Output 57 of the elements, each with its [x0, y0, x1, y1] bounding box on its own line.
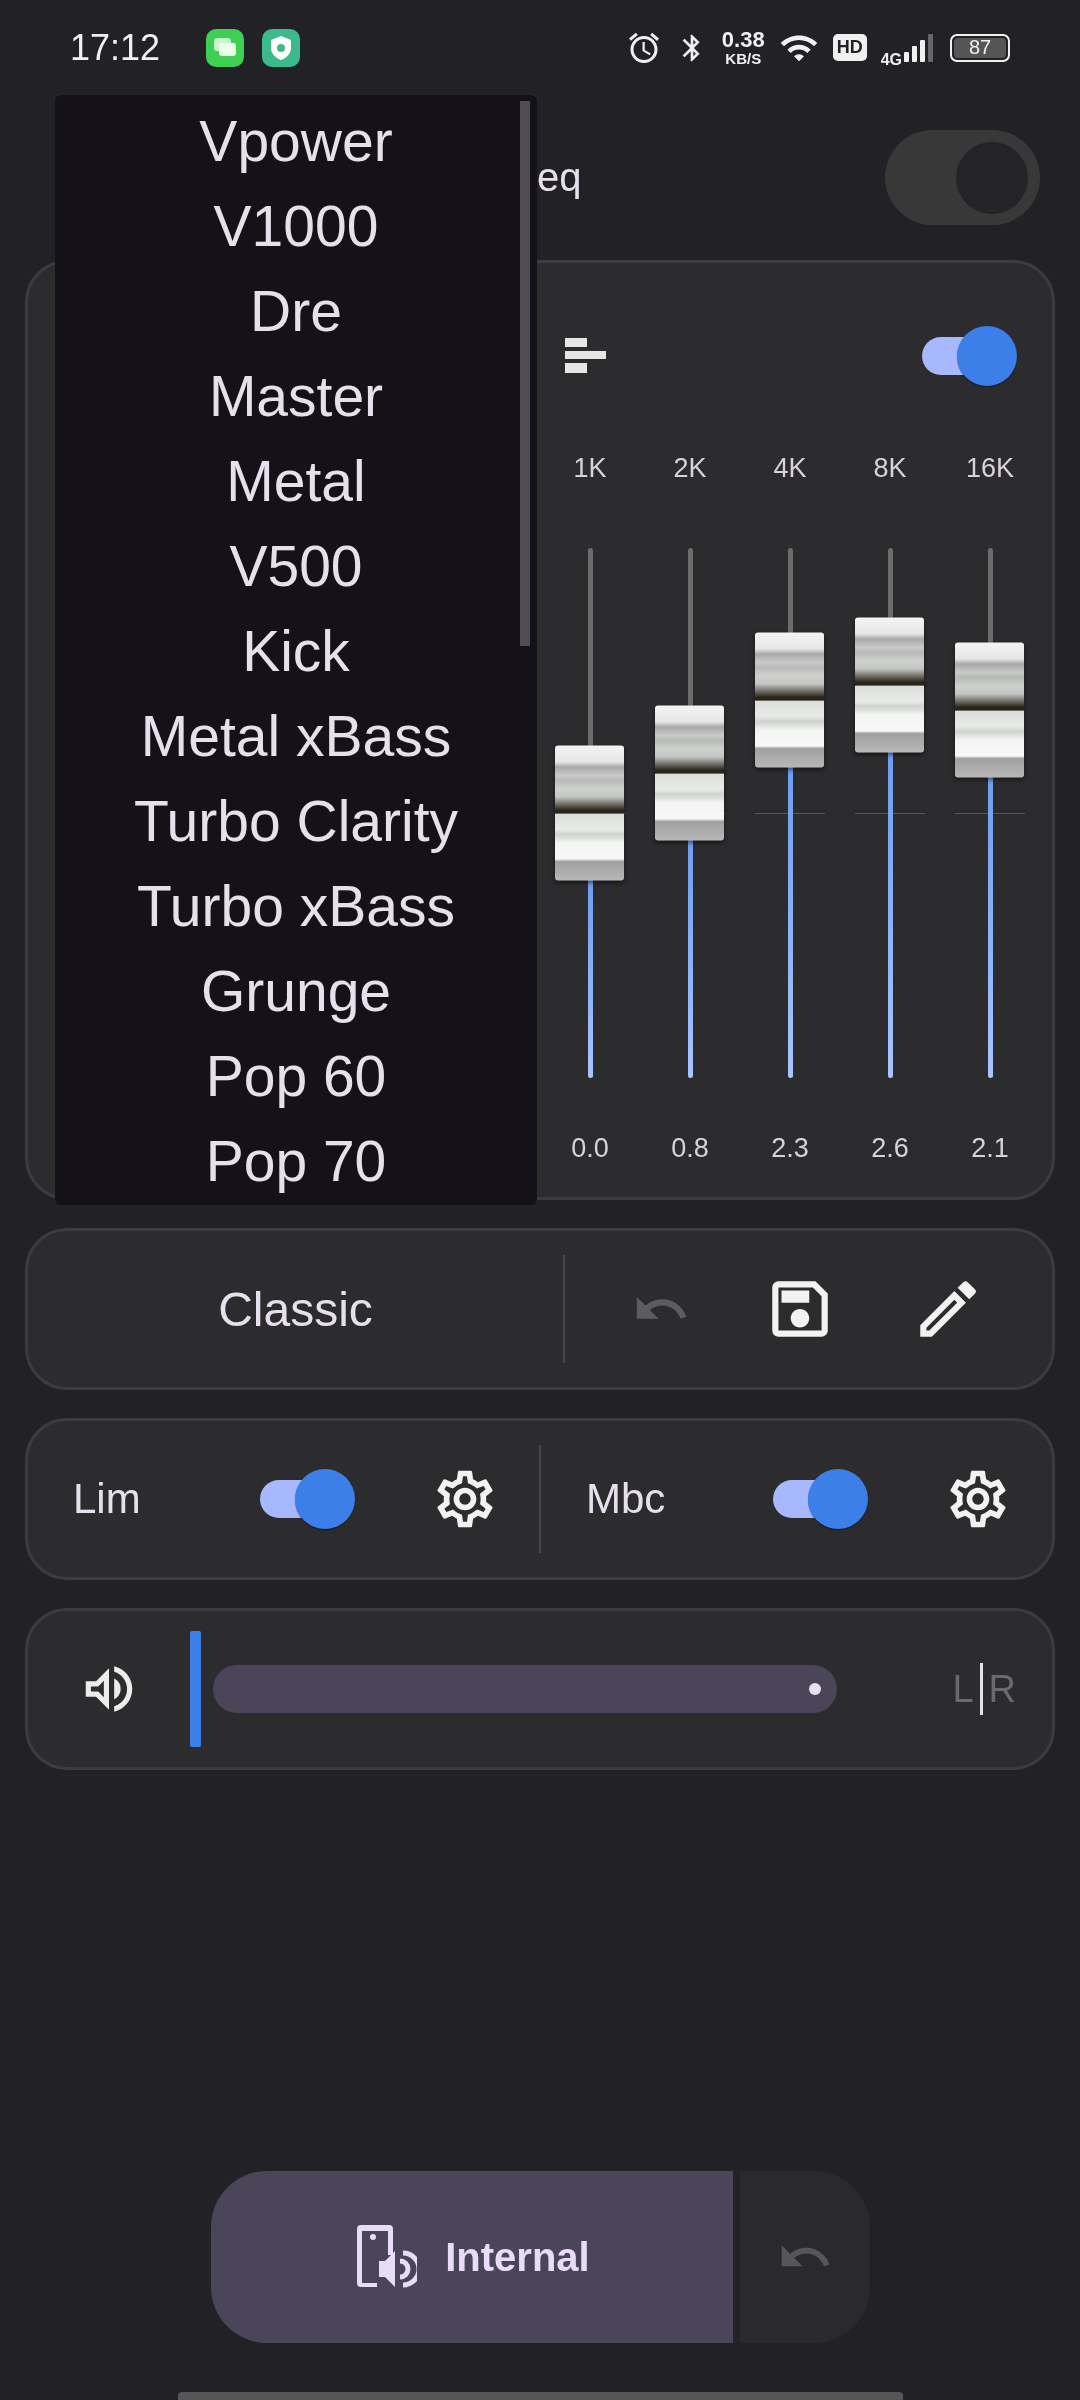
- balance-left: L: [952, 1667, 974, 1711]
- slider-thumb[interactable]: [855, 617, 924, 753]
- slider-thumb[interactable]: [755, 632, 824, 768]
- band-gain: 0.8: [671, 1133, 709, 1164]
- effect-label: Lim: [73, 1475, 142, 1523]
- menu-item[interactable]: Turbo xBass: [55, 863, 537, 948]
- battery-indicator: 87: [950, 33, 1010, 62]
- menu-item[interactable]: Metal: [55, 438, 537, 523]
- gain-slider[interactable]: [755, 548, 825, 1078]
- signal-icon: [902, 31, 936, 64]
- menu-item[interactable]: Vpower: [55, 98, 537, 183]
- shield-app-icon: [262, 28, 301, 67]
- band-gain: 2.3: [771, 1133, 809, 1164]
- network-type: 4G: [880, 50, 902, 69]
- volume-thumb[interactable]: [190, 1631, 201, 1747]
- menu-item[interactable]: Kick: [55, 608, 537, 693]
- preset-name[interactable]: Classic: [28, 1281, 563, 1337]
- band-frequency: 8K: [873, 452, 907, 485]
- gain-slider[interactable]: [855, 548, 925, 1078]
- nav-handle[interactable]: [177, 2392, 903, 2400]
- band-gain: 0.0: [571, 1133, 609, 1164]
- menu-item[interactable]: Dre: [55, 268, 537, 353]
- equalizer-switch[interactable]: [922, 324, 1017, 387]
- gain-slider[interactable]: [655, 548, 725, 1078]
- menu-item[interactable]: Turbo Clarity: [55, 778, 537, 863]
- band-frequency: 4K: [773, 452, 807, 485]
- slider-thumb[interactable]: [555, 745, 624, 881]
- gain-slider[interactable]: [955, 548, 1025, 1078]
- gain-slider[interactable]: [555, 548, 625, 1078]
- band-gain: 2.6: [871, 1133, 909, 1164]
- bars-icon: [565, 338, 606, 373]
- band-gain: 2.1: [971, 1133, 1009, 1164]
- menu-item[interactable]: Master: [55, 353, 537, 438]
- scrollbar[interactable]: [520, 101, 530, 646]
- band-frequency: 2K: [673, 452, 707, 485]
- menu-item[interactable]: Grunge: [55, 948, 537, 1033]
- network-speed: 0.38: [721, 29, 765, 51]
- effect-label: Mbc: [586, 1475, 667, 1523]
- volume-slider[interactable]: [190, 1631, 837, 1747]
- output-button[interactable]: Internal: [210, 2171, 733, 2343]
- menu-item[interactable]: Pop 60: [55, 1033, 537, 1118]
- menu-item[interactable]: Pop 70: [55, 1118, 537, 1203]
- slider-thumb[interactable]: [655, 705, 724, 841]
- balance-right: R: [988, 1667, 1016, 1711]
- slider-thumb[interactable]: [955, 642, 1024, 778]
- status-time: 17:12: [70, 26, 161, 69]
- chat-app-icon: [206, 28, 245, 67]
- band-frequency: 16K: [965, 452, 1014, 485]
- menu-item[interactable]: Metal xBass: [55, 693, 537, 778]
- effect-switch[interactable]: [772, 1468, 868, 1530]
- speed-unit: KB/S: [725, 51, 762, 66]
- band-frequency: 1K: [573, 452, 607, 485]
- effect-switch[interactable]: [259, 1468, 355, 1530]
- hd-badge: HD: [832, 34, 867, 61]
- menu-item[interactable]: V1000: [55, 183, 537, 268]
- menu-item[interactable]: V500: [55, 523, 537, 608]
- header-title: eq: [537, 155, 583, 200]
